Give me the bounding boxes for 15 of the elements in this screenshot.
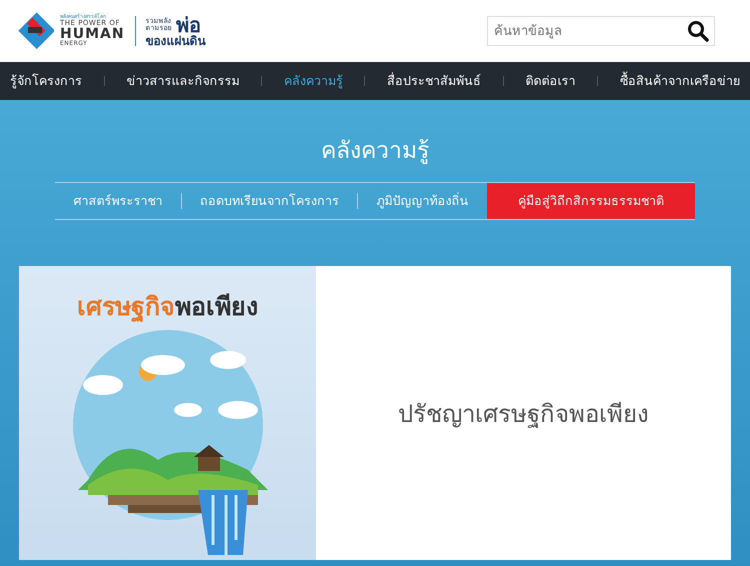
logo-text: HUMAN xyxy=(60,27,125,41)
nav-link[interactable]: รู้จักโครงการ xyxy=(10,71,82,91)
article-title[interactable]: ปรัชญาเศรษฐกิจพอเพียง xyxy=(398,394,649,432)
nav-link[interactable]: คลังความรู้ xyxy=(284,71,343,91)
nav-link[interactable]: ข่าวสารและกิจกรรม xyxy=(126,71,240,91)
page-title: คลังความรู้ xyxy=(321,137,429,166)
category-tab[interactable]: คู่มือสู่วิถีกสิกรรมธรรมชาติ xyxy=(487,183,696,219)
search-field[interactable]: ค้นหาข้อมูล xyxy=(487,16,715,46)
nav-link[interactable]: ติดต่อเรา xyxy=(526,71,576,91)
slogan-text: พ่อ xyxy=(176,15,202,35)
nav-link[interactable]: สื่อประชาสัมพันธ์ xyxy=(387,71,482,91)
slogan-text: ของแผ่นดิน xyxy=(146,35,206,47)
search-icon[interactable] xyxy=(687,20,709,42)
nav-link[interactable]: ซื้อสินค้าจากเครือข่าย xyxy=(620,71,740,91)
image-heading: เศรษฐกิจพอเพียง xyxy=(77,291,258,324)
